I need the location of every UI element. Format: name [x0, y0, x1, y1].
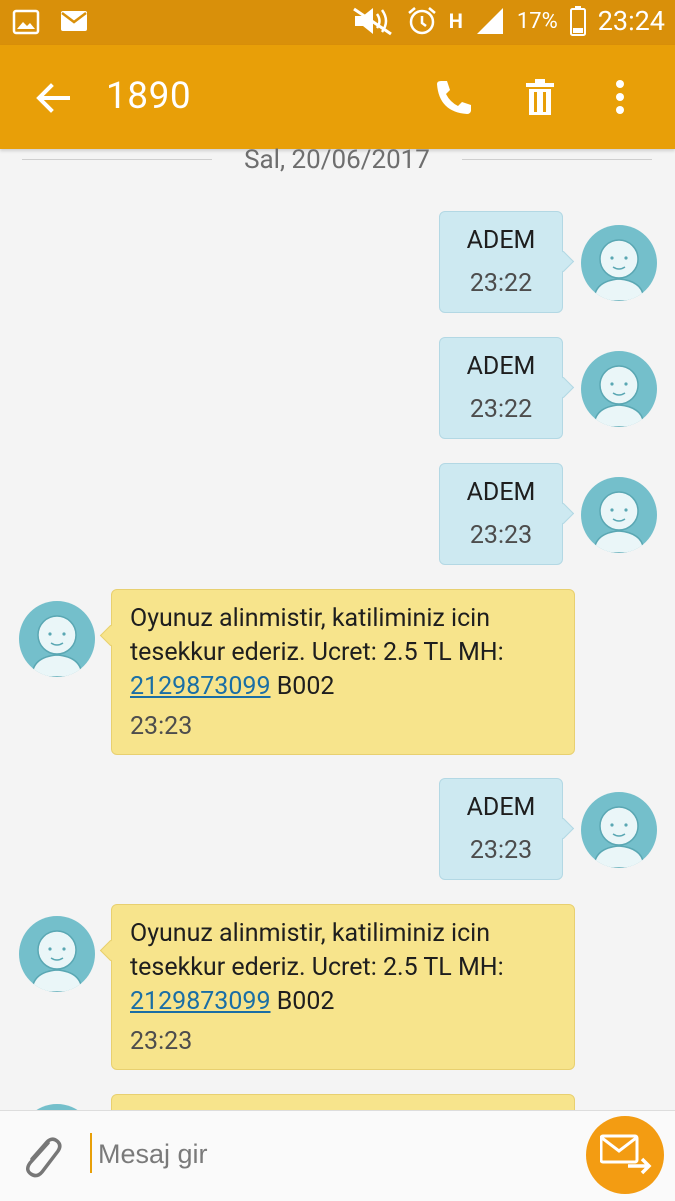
outgoing-message[interactable]: ADEM 23:23	[439, 463, 563, 565]
message-text: Oyunuz alinmistir, katiliminiz icin tese…	[130, 602, 556, 704]
app-bar: 1890	[0, 45, 675, 149]
message-time: 23:23	[130, 712, 193, 741]
text-cursor	[90, 1133, 92, 1173]
message-input[interactable]	[96, 1133, 560, 1175]
avatar[interactable]	[581, 351, 657, 427]
more-options-icon[interactable]	[610, 77, 630, 117]
message-text: ADEM	[466, 226, 536, 255]
avatar[interactable]	[19, 916, 95, 992]
outgoing-message[interactable]: ADEM 23:23	[439, 778, 563, 880]
attach-icon[interactable]	[18, 1129, 66, 1181]
contact-avatar-icon	[31, 615, 83, 677]
message-code: B002	[276, 672, 335, 701]
message-time: 23:23	[130, 1027, 193, 1056]
network-type: H	[448, 9, 463, 33]
message-text: ADEM	[466, 793, 536, 822]
message-body: Oyunuz alinmistir, katiliminiz icin tese…	[130, 604, 504, 667]
contact-avatar-icon	[593, 806, 645, 868]
message-text: ADEM	[466, 352, 536, 381]
back-arrow-icon[interactable]	[34, 79, 72, 117]
avatar[interactable]	[581, 477, 657, 553]
incoming-message[interactable]: Oyunuz alinmistir, katiliminiz icin tese…	[111, 904, 575, 1070]
mail-notification-icon	[61, 11, 87, 31]
message-time: 23:23	[469, 836, 533, 865]
conversation-title: 1890	[106, 75, 192, 118]
contact-avatar-icon	[31, 930, 83, 992]
status-bar: H 17% 23:24	[0, 0, 675, 45]
avatar[interactable]	[581, 225, 657, 301]
battery-percent: 17%	[516, 8, 558, 34]
divider	[462, 159, 652, 160]
composer-bar	[0, 1110, 675, 1201]
phone-link[interactable]: 2129873099	[130, 987, 271, 1016]
mute-icon	[352, 7, 392, 36]
send-message-icon	[600, 1134, 652, 1175]
delete-icon[interactable]	[520, 77, 560, 117]
incoming-message[interactable]: Oyunuz alinmistir, katiliminiz icin tese…	[111, 589, 575, 755]
message-text: ADEM	[466, 478, 536, 507]
call-icon[interactable]	[432, 77, 472, 117]
send-button[interactable]	[586, 1116, 664, 1194]
signal-icon	[476, 8, 503, 34]
message-body: Oyunuz alinmistir, katiliminiz icin tese…	[130, 919, 504, 982]
phone-link[interactable]: 2129873099	[130, 672, 271, 701]
date-label: Sal, 20/06/2017	[244, 145, 430, 175]
avatar[interactable]	[19, 601, 95, 677]
avatar[interactable]	[581, 792, 657, 868]
outgoing-message[interactable]: ADEM 23:22	[439, 337, 563, 439]
status-time: 23:24	[597, 5, 665, 37]
message-text: Oyunuz alinmistir, katiliminiz icin tese…	[130, 917, 556, 1019]
alarm-icon	[407, 7, 436, 35]
message-time: 23:22	[469, 269, 533, 298]
message-time: 23:22	[469, 395, 533, 424]
date-separator: Sal, 20/06/2017	[22, 145, 652, 177]
outgoing-message[interactable]: ADEM 23:22	[439, 211, 563, 313]
message-code: B002	[276, 987, 335, 1016]
battery-icon	[569, 6, 586, 36]
gallery-notification-icon	[12, 9, 40, 35]
contact-avatar-icon	[593, 365, 645, 427]
contact-avatar-icon	[593, 239, 645, 301]
contact-avatar-icon	[593, 491, 645, 553]
message-time: 23:23	[469, 521, 533, 550]
